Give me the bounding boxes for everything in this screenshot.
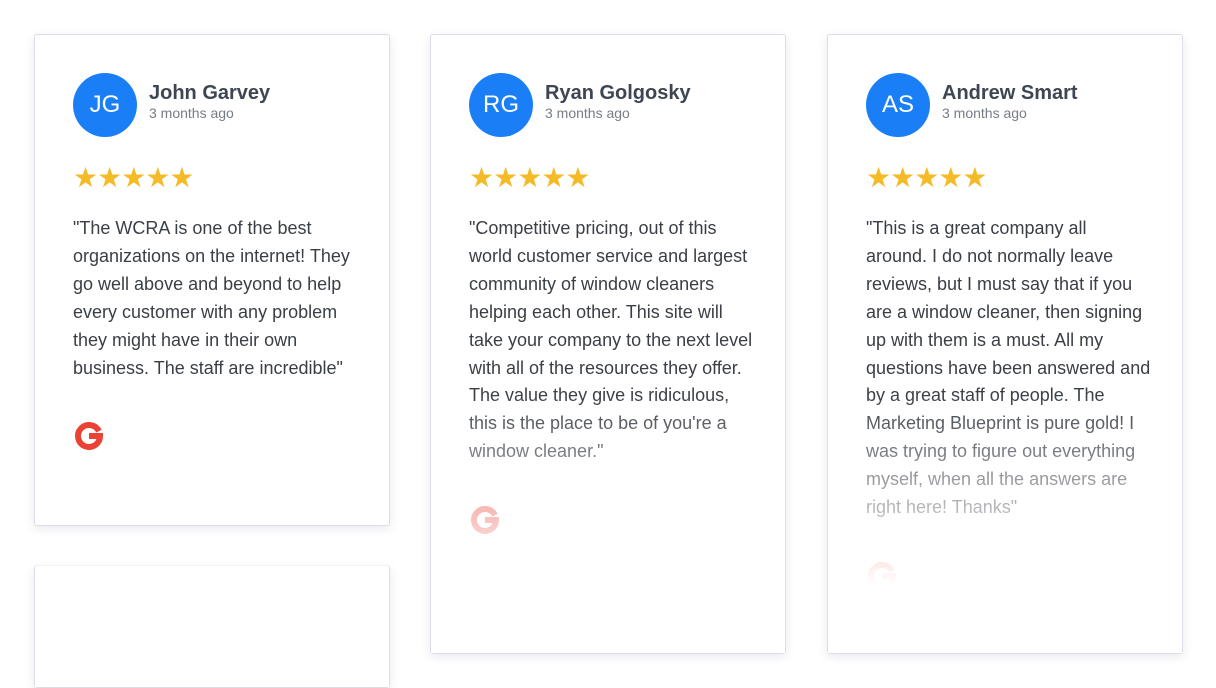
- avatar: JG: [73, 73, 137, 137]
- avatar: RG: [469, 73, 533, 137]
- review-card: AS Andrew Smart 3 months ago ★★★★★ "This…: [827, 34, 1183, 654]
- review-content: AS Andrew Smart 3 months ago ★★★★★ "This…: [866, 73, 1152, 597]
- star-rating: ★★★★★: [73, 162, 195, 193]
- review-text: "The WCRA is one of the best organizatio…: [73, 218, 350, 378]
- review-content: JG John Garvey 3 months ago ★★★★★ "The W…: [73, 73, 359, 457]
- review-header: AS Andrew Smart 3 months ago: [866, 73, 1152, 137]
- review-card: RG Ryan Golgosky 3 months ago ★★★★★ "Com…: [430, 34, 786, 654]
- reviewer-name: Andrew Smart: [942, 82, 1078, 104]
- review-header: RG Ryan Golgosky 3 months ago: [469, 73, 755, 137]
- reviewer-meta: Andrew Smart 3 months ago: [942, 81, 1078, 121]
- google-icon: [868, 562, 897, 590]
- review-time: 3 months ago: [149, 105, 234, 121]
- review-time: 3 months ago: [545, 105, 630, 121]
- reviewer-name: John Garvey: [149, 82, 271, 104]
- avatar: AS: [866, 73, 930, 137]
- star-rating: ★★★★★: [469, 162, 591, 193]
- reviewer-name: Ryan Golgosky: [545, 82, 691, 104]
- star-rating: ★★★★★: [866, 162, 988, 193]
- fade-overlay: [35, 564, 389, 687]
- review-text: "This is a great company all around. I d…: [866, 218, 1151, 518]
- reviewer-meta: John Garvey 3 months ago: [149, 81, 270, 121]
- review-content: RG Ryan Golgosky 3 months ago ★★★★★ "Com…: [469, 73, 755, 541]
- review-card: [34, 564, 390, 688]
- google-icon: [471, 506, 500, 535]
- review-text: "Competitive pricing, out of this world …: [469, 218, 753, 462]
- reviewer-meta: Ryan Golgosky 3 months ago: [545, 81, 691, 121]
- review-card: JG John Garvey 3 months ago ★★★★★ "The W…: [34, 34, 390, 526]
- review-time: 3 months ago: [942, 105, 1027, 121]
- google-icon: [75, 422, 104, 451]
- review-header: JG John Garvey 3 months ago: [73, 73, 359, 137]
